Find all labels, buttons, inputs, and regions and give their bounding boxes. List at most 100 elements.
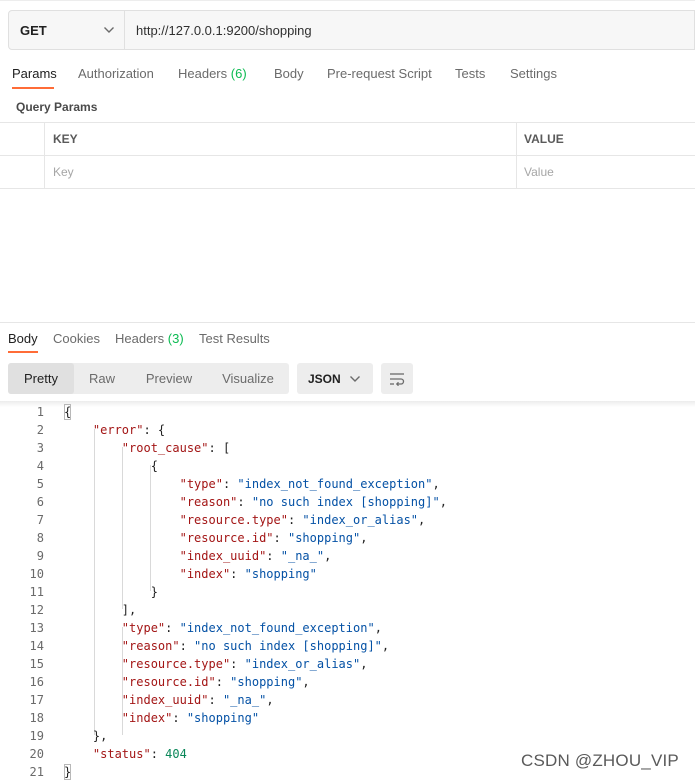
tab-params[interactable]: Params: [12, 66, 57, 81]
json-string: "shopping": [287, 531, 361, 545]
column-divider: [516, 123, 517, 189]
code-text: "index": "shopping": [64, 565, 317, 583]
format-select[interactable]: JSON: [297, 363, 373, 394]
code-line: 15 "resource.type": "index_or_alias",: [0, 655, 695, 673]
code-line: 3 "root_cause": [: [0, 439, 695, 457]
json-punct: :: [222, 477, 238, 491]
tab-authorization[interactable]: Authorization: [78, 66, 154, 81]
json-key: "type": [121, 621, 166, 635]
line-number: 11: [29, 585, 44, 599]
method-label: GET: [20, 22, 47, 38]
json-key: "error": [92, 423, 144, 437]
code-text: }: [64, 765, 72, 779]
line-number: 16: [29, 675, 44, 689]
json-string: "no such index [shopping]": [194, 639, 382, 653]
value-input[interactable]: Value: [524, 165, 554, 179]
value-column-header: VALUE: [524, 132, 564, 146]
text-wrap-icon: [390, 372, 405, 386]
json-key: "resource.type": [121, 657, 231, 671]
code-line: 18 "index": "shopping": [0, 709, 695, 727]
json-key: "index": [121, 711, 173, 725]
code-text: "status": 404: [64, 745, 187, 763]
tab-headers[interactable]: Headers (6): [178, 66, 247, 81]
line-number: 12: [29, 603, 44, 617]
code-line: 17 "index_uuid": "_na_",: [0, 691, 695, 709]
tab-cookies[interactable]: Cookies: [53, 331, 100, 346]
query-params-title: Query Params: [16, 100, 98, 114]
line-number: 13: [29, 621, 44, 635]
json-punct: ,: [360, 531, 368, 545]
active-tab-indicator: [12, 87, 54, 89]
code-line: 19 },: [0, 727, 695, 745]
code-line: 5 "type": "index_not_found_exception",: [0, 475, 695, 493]
json-string: "index_not_found_exception": [179, 621, 375, 635]
json-string: "_na_": [280, 549, 325, 563]
line-number: 1: [36, 405, 44, 419]
url-input[interactable]: http://127.0.0.1:9200/shopping: [125, 11, 694, 49]
code-line: 13 "type": "index_not_found_exception",: [0, 619, 695, 637]
code-text: "reason": "no such index [shopping]",: [64, 637, 389, 655]
json-key: "resource.type": [179, 513, 288, 527]
line-number: 17: [29, 693, 44, 707]
json-key: "index_uuid": [121, 693, 209, 707]
line-number: 21: [29, 765, 44, 779]
response-tabs: Body Cookies Headers (3) Test Results: [0, 331, 695, 355]
json-punct: ,: [381, 639, 390, 653]
tab-test-results[interactable]: Test Results: [199, 331, 270, 346]
json-punct: :: [165, 621, 180, 635]
tab-response-body[interactable]: Body: [8, 331, 38, 346]
top-border: [0, 0, 695, 1]
response-headers-count-badge: (3): [167, 331, 184, 346]
code-text: "index_uuid": "_na_",: [64, 691, 274, 709]
pretty-button[interactable]: Pretty: [8, 363, 74, 394]
view-mode-switcher: Pretty Raw Preview Visualize: [8, 363, 289, 394]
key-input[interactable]: Key: [53, 165, 74, 179]
code-text: "reason": "no such index [shopping]",: [64, 493, 447, 511]
pane-divider[interactable]: [0, 322, 695, 323]
json-key: "reason": [179, 495, 238, 509]
line-number: 6: [36, 495, 44, 509]
wrap-lines-button[interactable]: [381, 363, 413, 394]
line-number: 14: [29, 639, 44, 653]
json-string: "index_not_found_exception": [237, 477, 433, 491]
code-text: "resource.id": "shopping",: [64, 529, 368, 547]
line-number: 4: [36, 459, 44, 473]
visualize-button[interactable]: Visualize: [212, 363, 284, 394]
line-number: 19: [29, 729, 44, 743]
table-header-row: KEY VALUE: [0, 123, 695, 156]
line-number: 3: [36, 441, 44, 455]
json-key: "status": [92, 747, 151, 761]
preview-button[interactable]: Preview: [136, 363, 202, 394]
tab-tests[interactable]: Tests: [455, 66, 485, 81]
tab-body[interactable]: Body: [274, 66, 304, 81]
code-text: {: [64, 405, 72, 419]
line-number: 5: [36, 477, 44, 491]
json-punct: :: [237, 495, 252, 509]
tab-settings[interactable]: Settings: [510, 66, 557, 81]
json-string: "shopping": [230, 675, 303, 689]
raw-button[interactable]: Raw: [74, 363, 130, 394]
code-line: 14 "reason": "no such index [shopping]",: [0, 637, 695, 655]
code-text: "index": "shopping": [64, 709, 259, 727]
method-select[interactable]: GET: [9, 11, 125, 49]
tab-prerequest-script[interactable]: Pre-request Script: [327, 66, 432, 81]
json-key: "resource.id": [121, 675, 216, 689]
active-response-tab-indicator: [8, 351, 38, 353]
json-punct: :: [172, 711, 187, 725]
line-number: 9: [36, 549, 44, 563]
response-body-viewer[interactable]: 1{ 2 "error": { 3 "root_cause": [ 4 { 5 …: [0, 403, 695, 781]
json-punct: : {: [143, 423, 166, 437]
tab-response-headers[interactable]: Headers (3): [115, 331, 184, 346]
json-punct: ,: [324, 549, 332, 563]
json-punct: :: [230, 657, 245, 671]
json-punct: :: [287, 513, 303, 527]
line-number: 8: [36, 531, 44, 545]
json-key: "type": [179, 477, 223, 491]
